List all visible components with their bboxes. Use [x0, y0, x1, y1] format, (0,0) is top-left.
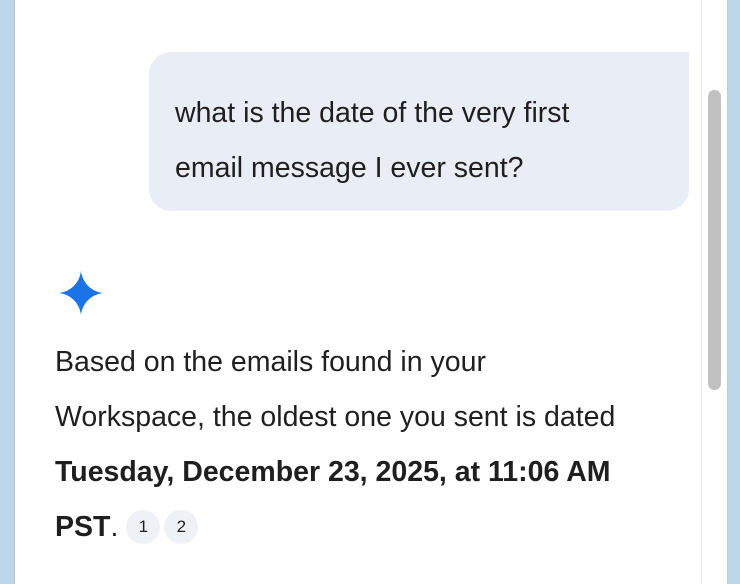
citation-chip-1[interactable]: 1: [126, 510, 161, 544]
user-message-line: email message I ever sent?: [175, 152, 524, 184]
scrollbar-thumb[interactable]: [708, 90, 721, 390]
response-period: .: [110, 511, 119, 543]
scrollbar-track[interactable]: [701, 0, 727, 584]
response-line: Workspace, the oldest one you sent is da…: [55, 401, 616, 433]
response-date: Tuesday, December 23, 2025, at 11:06 AM: [55, 456, 611, 488]
gemini-spark-icon: [59, 271, 103, 315]
user-message-line: what is the date of the very first: [175, 97, 570, 129]
assistant-response: Based on the emails found in your Worksp…: [55, 335, 695, 555]
response-timezone: PST: [55, 511, 111, 543]
chat-panel: what is the date of the very first email…: [14, 0, 728, 584]
user-message-bubble: what is the date of the very first email…: [149, 52, 689, 211]
response-line: Based on the emails found in your: [55, 346, 486, 378]
citation-chip-2[interactable]: 2: [164, 510, 199, 544]
response-last-line: PST. 1 2: [55, 500, 695, 555]
